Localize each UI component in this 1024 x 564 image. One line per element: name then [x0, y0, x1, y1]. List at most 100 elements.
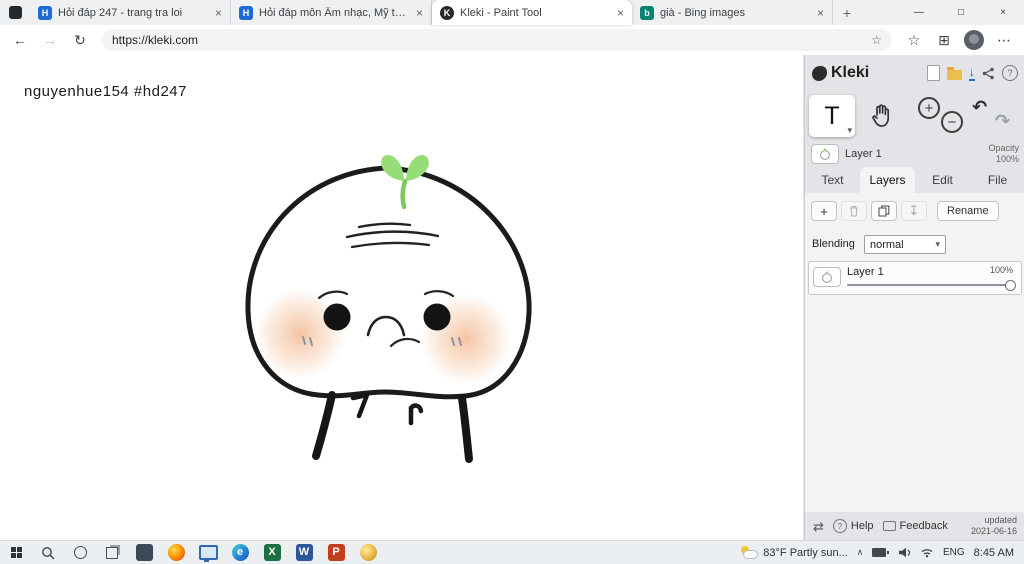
taskbar-app-monitor[interactable]: [192, 541, 224, 564]
updated-label: updated: [984, 514, 1017, 525]
save-download-icon[interactable]: ↓: [968, 65, 975, 81]
address-bar[interactable]: https://kleki.com ☆: [102, 29, 892, 51]
help-link[interactable]: ? Help: [832, 519, 874, 533]
taskbar-app-word[interactable]: W: [288, 541, 320, 564]
panel-footer: ⇄ ? Help Feedback updated 2021-06-16: [805, 512, 1024, 540]
search-button[interactable]: [32, 541, 64, 564]
layer-opacity-readout: Opacity 100%: [988, 143, 1019, 165]
volume-icon[interactable]: [898, 547, 911, 558]
cortana-button[interactable]: [64, 541, 96, 564]
layer-toolbar: + ↧ Rename: [811, 201, 999, 221]
help-icon[interactable]: ?: [1002, 65, 1018, 81]
taskbar-app-1[interactable]: [128, 541, 160, 564]
refresh-button[interactable]: ↻: [66, 28, 94, 52]
favorites-button[interactable]: ☆: [900, 28, 928, 52]
layer-thumbnail: [811, 144, 839, 164]
bing-favicon-icon: b: [640, 5, 654, 20]
tab-close-icon[interactable]: ×: [817, 7, 824, 19]
battery-icon[interactable]: [872, 548, 889, 557]
taskbar-app-edge[interactable]: e: [224, 541, 256, 564]
taskbar-app-firefox[interactable]: [160, 541, 192, 564]
search-icon: [42, 546, 55, 560]
tab-actions-menu-button[interactable]: [0, 0, 30, 25]
updated-info: updated 2021-06-16: [971, 515, 1017, 538]
language-indicator[interactable]: ENG: [943, 547, 965, 558]
add-layer-button[interactable]: +: [811, 201, 837, 221]
text-tool-button[interactable]: T ▾: [809, 95, 855, 137]
browser-tab-kleki[interactable]: K Kleki - Paint Tool ×: [432, 0, 632, 25]
windows-taskbar: e X W P 83°F Partly sun... ∧ ENG 8:45 AM: [0, 540, 1024, 564]
tab-layers[interactable]: Layers: [860, 167, 915, 193]
kleki-side-panel: Kleki ↓ ? T ▾ + − ↶ ↷ Layer 1 Opacity 10…: [804, 55, 1024, 540]
browser-tab-hoidap-amnhac[interactable]: H Hỏi đáp môn Âm nhạc, Mỹ thuậ... ×: [231, 0, 432, 25]
tab-close-icon[interactable]: ×: [416, 7, 423, 19]
taskbar-app-excel[interactable]: X: [256, 541, 288, 564]
duplicate-icon: [878, 205, 890, 217]
opacity-value: 100%: [995, 153, 1019, 164]
add-favorite-icon[interactable]: ☆: [871, 33, 882, 47]
zoom-in-button[interactable]: +: [918, 97, 940, 119]
panel-tab-bar: Text Layers Edit File: [805, 167, 1024, 193]
active-layer-summary[interactable]: Layer 1 Opacity 100%: [811, 143, 1019, 167]
network-icon[interactable]: [920, 547, 934, 558]
tab-close-icon[interactable]: ×: [617, 7, 624, 19]
window-maximize-button[interactable]: □: [940, 0, 982, 25]
hoidap-favicon-icon: H: [239, 5, 253, 20]
character-drawing: [245, 154, 532, 463]
tab-close-icon[interactable]: ×: [215, 7, 222, 19]
firefox-icon: [167, 544, 185, 561]
back-button[interactable]: ←: [6, 28, 34, 52]
browser-menu-button[interactable]: ⋯: [990, 28, 1018, 52]
share-icon[interactable]: [982, 67, 995, 80]
opacity-slider-track[interactable]: [847, 284, 1009, 286]
avatar: [964, 30, 984, 50]
tab-title: già - Bing images: [660, 6, 745, 19]
question-icon: ?: [832, 519, 847, 533]
blending-select[interactable]: normal ▾: [864, 235, 946, 254]
start-button[interactable]: [0, 541, 32, 564]
kleki-app-name: Kleki: [831, 64, 870, 81]
hand-tool-button[interactable]: [859, 95, 905, 137]
zoom-out-button[interactable]: −: [941, 111, 963, 133]
tab-edit[interactable]: Edit: [915, 167, 970, 193]
window-close-button[interactable]: ×: [982, 0, 1024, 25]
collections-button[interactable]: ⊞: [930, 28, 958, 52]
cortana-icon: [73, 546, 87, 559]
new-image-icon[interactable]: [926, 65, 940, 81]
task-view-icon: [106, 546, 118, 559]
taskbar-app-powerpoint[interactable]: P: [320, 541, 352, 564]
canvas-watermark-text: nguyenhue154 #hd247: [24, 83, 187, 100]
rename-layer-button[interactable]: Rename: [937, 201, 999, 221]
undo-button[interactable]: ↶: [972, 98, 987, 116]
opacity-slider-knob[interactable]: [1005, 280, 1016, 291]
window-minimize-button[interactable]: —: [898, 0, 940, 25]
dark-app-icon: [135, 544, 153, 561]
new-tab-button[interactable]: +: [833, 0, 861, 25]
clock[interactable]: 8:45 AM: [974, 547, 1014, 559]
tab-file[interactable]: File: [970, 167, 1024, 193]
hidden-icons-chevron[interactable]: ∧: [857, 547, 864, 558]
duplicate-layer-button[interactable]: [871, 201, 897, 221]
weather-widget[interactable]: 83°F Partly sun...: [740, 546, 848, 559]
word-icon: W: [295, 544, 313, 561]
windows-logo-icon: [10, 547, 22, 558]
paint-canvas[interactable]: nguyenhue154 #hd247: [0, 55, 804, 540]
browser-tab-bing-images[interactable]: b già - Bing images ×: [632, 0, 833, 25]
task-view-button[interactable]: [96, 541, 128, 564]
feedback-label: Feedback: [899, 520, 948, 532]
edge-icon: e: [231, 544, 249, 561]
open-folder-icon[interactable]: [946, 66, 962, 80]
layer-list-item[interactable]: Layer 1 100%: [808, 261, 1022, 295]
weather-text: 83°F Partly sun...: [763, 546, 848, 559]
kleki-favicon-icon: K: [440, 5, 454, 20]
swap-theme-icon[interactable]: ⇄: [813, 520, 824, 533]
kleki-header: Kleki ↓ ?: [805, 55, 1024, 91]
profile-button[interactable]: [960, 28, 988, 52]
feedback-link[interactable]: Feedback: [882, 520, 948, 532]
browser-tab-hoidap247[interactable]: H Hỏi đáp 247 - trang tra loi ×: [30, 0, 231, 25]
tab-text[interactable]: Text: [805, 167, 860, 193]
browser-nav-bar: ← → ↻ https://kleki.com ☆ ☆ ⊞ ⋯: [0, 25, 1024, 56]
address-url[interactable]: https://kleki.com: [112, 33, 863, 47]
taskbar-app-round[interactable]: [352, 541, 384, 564]
forward-button: →: [43, 32, 57, 48]
